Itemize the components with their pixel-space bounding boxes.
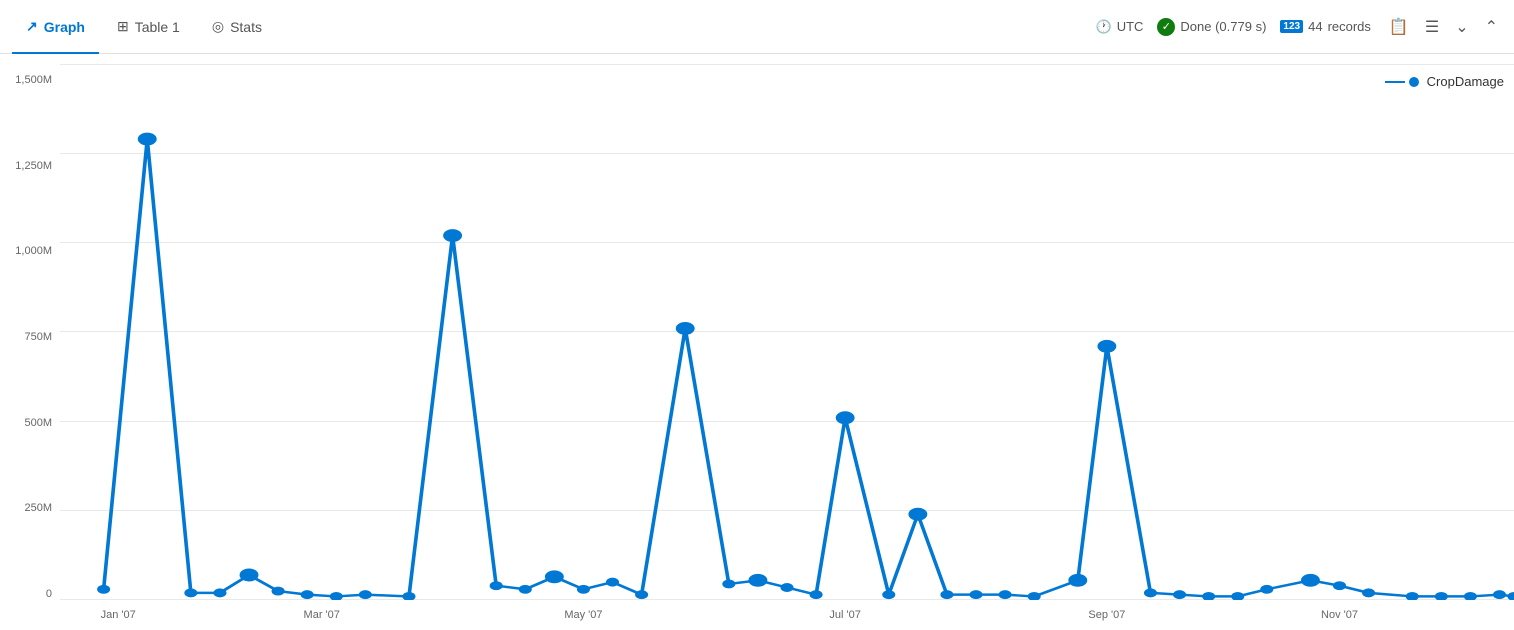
x-axis-label: Jan '07 [101,609,136,621]
x-axis-label: Sep '07 [1088,609,1125,621]
header-right: 🕐 UTC ✓ Done (0.779 s) 123 44 records 📋 … [1096,13,1503,41]
legend-series-name: CropDamage [1427,74,1504,89]
chart-area: Jan '07 Mar '07 May '07 Jul '07 Sep '07 Nov '… [60,64,1514,630]
done-label: Done (0.779 s) [1180,19,1266,34]
tab-table1[interactable]: ⊞ Table 1 [103,0,194,54]
legend-dot [1409,77,1419,87]
chevron-down-icon[interactable]: ⌄ [1451,13,1472,41]
timezone-label: UTC [1117,19,1144,34]
stats-tab-label: Stats [230,19,262,35]
y-axis-label: 250M [8,502,52,514]
y-axis-label: 1,500M [8,74,52,86]
chevron-up-icon[interactable]: ⌃ [1481,13,1502,41]
y-axis-label: 1,250M [8,160,52,172]
x-axis-label: Nov '07 [1321,609,1358,621]
done-circle-icon: ✓ [1157,18,1175,36]
x-axis-label: Jul '07 [829,609,860,621]
table-tab-icon: ⊞ [117,18,129,35]
table-tab-label: Table 1 [135,19,180,35]
records-icon: 123 [1280,20,1303,33]
clock-icon: 🕐 [1096,19,1112,35]
records-label: records [1328,19,1371,34]
x-axis-label: Mar '07 [304,609,340,621]
y-axis: 1,500M 1,250M 1,000M 750M 500M 250M 0 [0,64,60,630]
y-axis-label: 0 [8,588,52,600]
timezone-indicator: 🕐 UTC [1096,19,1144,35]
y-axis-label: 500M [8,417,52,429]
columns-icon[interactable]: ☰ [1421,13,1443,41]
legend-dash [1385,81,1405,83]
graph-tab-icon: ↗ [26,18,38,35]
y-axis-label: 1,000M [8,245,52,257]
x-axis: Jan '07 Mar '07 May '07 Jul '07 Sep '07 Nov '… [60,600,1514,630]
chart-container: 1,500M 1,250M 1,000M 750M 500M 250M 0 Jan '07 M… [0,54,1514,630]
tab-graph[interactable]: ↗ Graph [12,0,99,54]
tab-stats[interactable]: ◎ Stats [198,0,276,54]
x-axis-label: May '07 [564,609,602,621]
line-chart-svg [60,64,1514,600]
clipboard-icon[interactable]: 📋 [1385,13,1413,41]
header: ↗ Graph ⊞ Table 1 ◎ Stats 🕐 UTC ✓ Done (… [0,0,1514,54]
toolbar-icons: 📋 ☰ ⌄ ⌃ [1385,13,1502,41]
records-indicator: 123 44 records [1280,19,1371,34]
y-axis-label: 750M [8,331,52,343]
stats-tab-icon: ◎ [212,18,224,35]
graph-tab-label: Graph [44,19,85,35]
legend-line-item [1385,77,1419,87]
done-status: ✓ Done (0.779 s) [1157,18,1266,36]
legend: CropDamage [1385,74,1504,89]
records-count: 44 [1308,19,1322,34]
